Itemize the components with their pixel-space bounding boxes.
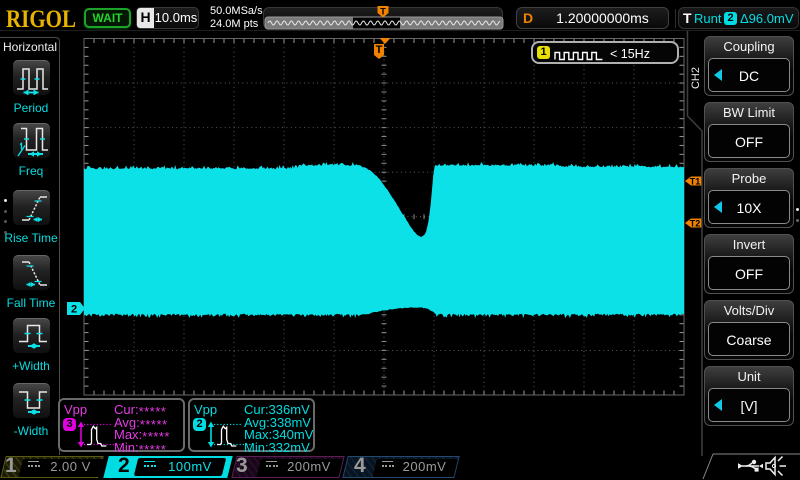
svg-text:T: T	[376, 44, 383, 56]
svg-text:2: 2	[71, 304, 77, 316]
